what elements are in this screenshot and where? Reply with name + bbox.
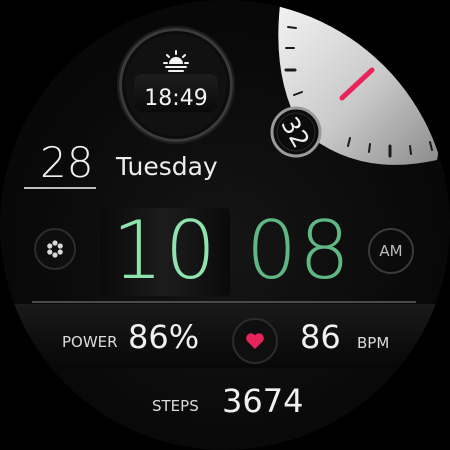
sunrise-icon <box>163 50 189 72</box>
weekday: Tuesday <box>116 152 218 181</box>
heart-rate-value: 86 <box>300 318 341 356</box>
power-label: POWER <box>62 333 118 351</box>
am-pm-indicator: AM <box>368 228 414 274</box>
seconds-dial: 32 <box>270 0 441 165</box>
watch-face: 32 18:49 28 Tuesday 10 08 AM POWER 86% 8… <box>0 0 450 450</box>
steps-label: STEPS <box>152 397 199 415</box>
date-day: 28 <box>40 138 94 187</box>
hour: 10 <box>112 204 218 297</box>
apps-button[interactable] <box>34 228 76 270</box>
heart-rate-button[interactable] <box>232 318 278 364</box>
steps-value: 3674 <box>222 382 304 420</box>
heart-rate-unit: BPM <box>357 334 390 352</box>
apps-icon <box>47 240 63 258</box>
sunrise-complication[interactable]: 18:49 <box>119 28 233 142</box>
divider <box>32 301 416 303</box>
heart-icon <box>246 333 264 349</box>
minute: 08 <box>246 204 352 297</box>
date-underline <box>24 187 96 189</box>
sunrise-time: 18:49 <box>144 86 208 111</box>
power-value: 86% <box>128 318 200 356</box>
